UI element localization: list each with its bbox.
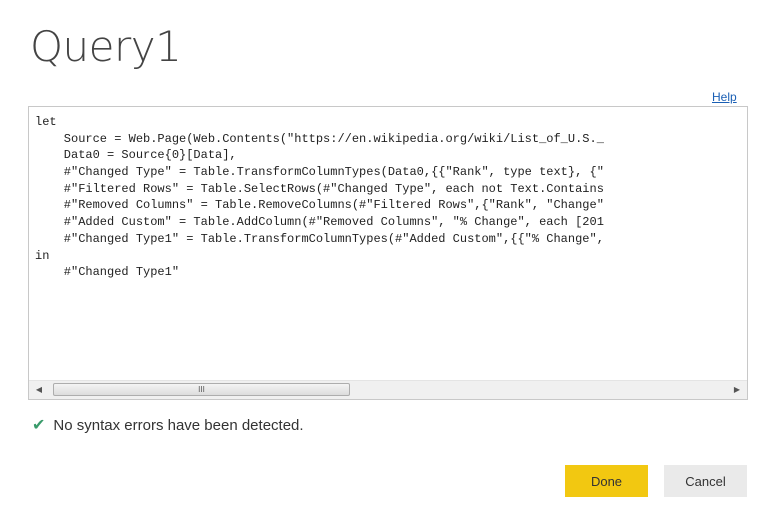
help-link[interactable]: Help bbox=[712, 90, 737, 104]
code-editor[interactable]: let Source = Web.Page(Web.Contents("http… bbox=[28, 106, 748, 400]
status-text: No syntax errors have been detected. bbox=[53, 416, 304, 434]
scroll-right-icon[interactable]: ▶ bbox=[729, 381, 745, 399]
code-line: #"Changed Type" = Table.TransformColumnT… bbox=[35, 165, 604, 180]
syntax-status: ✔ No syntax errors have been detected. bbox=[32, 415, 304, 435]
scroll-left-icon[interactable]: ◀ bbox=[31, 381, 47, 399]
code-text[interactable]: let Source = Web.Page(Web.Contents("http… bbox=[35, 114, 747, 281]
code-line: #"Changed Type1" bbox=[35, 265, 180, 280]
code-line: #"Added Custom" = Table.AddColumn(#"Remo… bbox=[35, 215, 604, 230]
code-line: Source = Web.Page(Web.Contents("https://… bbox=[35, 131, 604, 146]
code-line: #"Changed Type1" = Table.TransformColumn… bbox=[35, 231, 604, 246]
code-line: in bbox=[35, 248, 50, 263]
cancel-button[interactable]: Cancel bbox=[664, 465, 747, 497]
done-button[interactable]: Done bbox=[565, 465, 648, 497]
code-line: let bbox=[35, 115, 57, 129]
scrollbar-thumb[interactable]: III bbox=[53, 383, 350, 396]
code-line: #"Filtered Rows" = Table.SelectRows(#"Ch… bbox=[35, 181, 604, 196]
code-line: Data0 = Source{0}[Data], bbox=[35, 148, 237, 163]
check-icon: ✔ bbox=[32, 417, 46, 434]
page-title: Query1 bbox=[30, 22, 182, 71]
horizontal-scrollbar[interactable]: ◀ III ▶ bbox=[29, 380, 747, 399]
code-line: #"Removed Columns" = Table.RemoveColumns… bbox=[35, 198, 604, 213]
